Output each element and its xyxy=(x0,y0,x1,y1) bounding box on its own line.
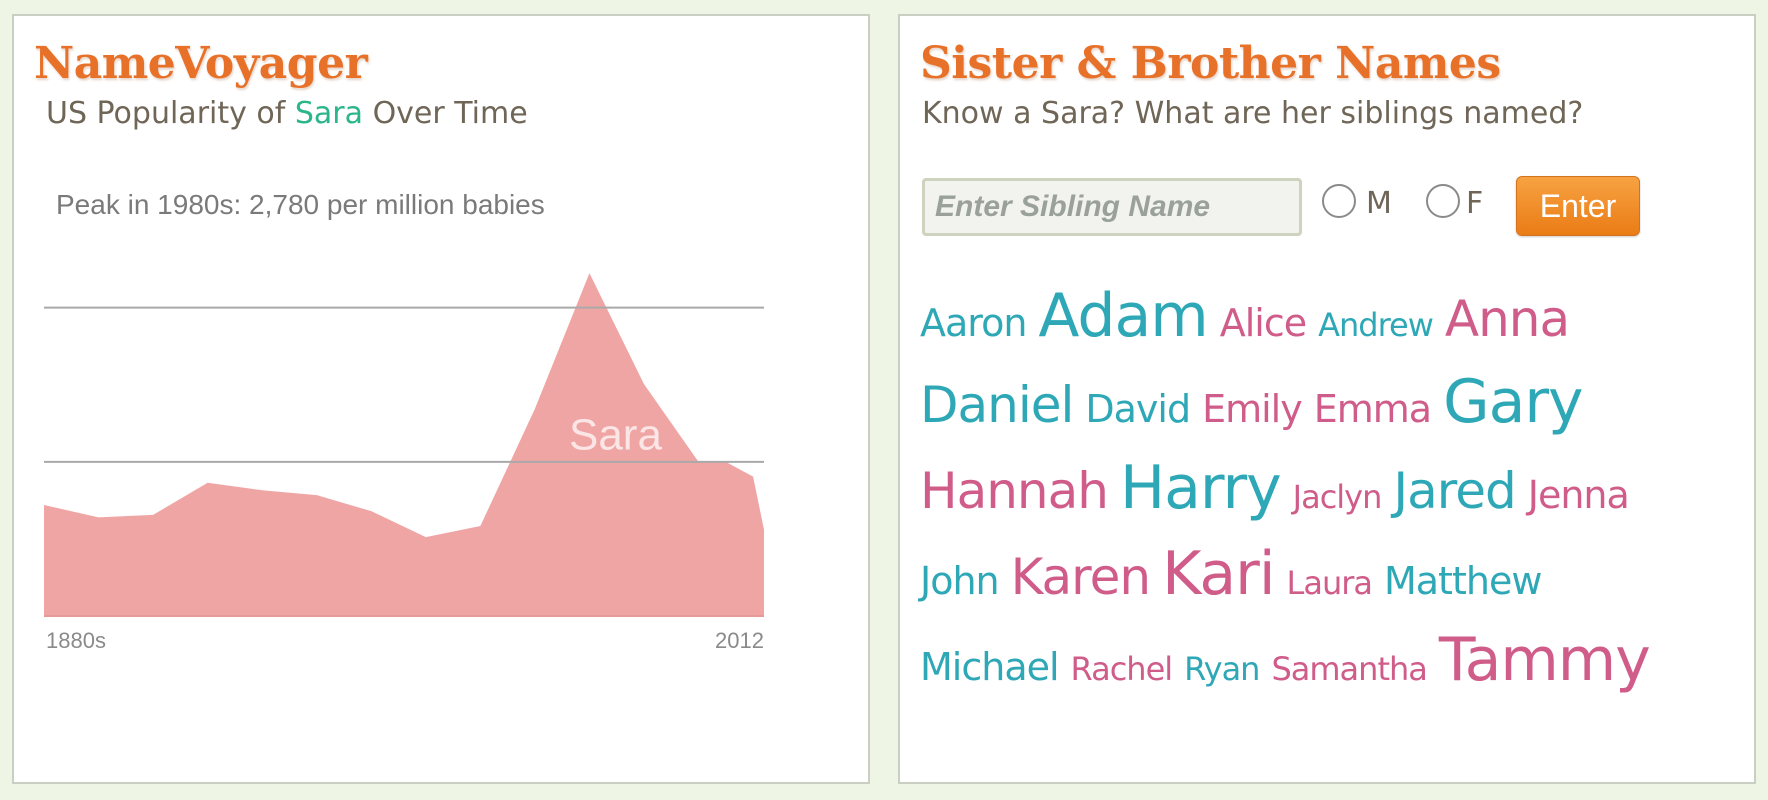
sibling-name-link[interactable]: Michael xyxy=(920,648,1060,686)
sibling-name-link[interactable]: Gary xyxy=(1443,372,1583,432)
sibling-name-link[interactable]: Emma xyxy=(1314,390,1432,428)
series-label: Sara xyxy=(569,411,662,460)
namevoyager-panel: NameVoyager US Popularity of Sara Over T… xyxy=(12,14,870,784)
sibling-name-link[interactable]: Harry xyxy=(1120,458,1282,518)
sibling-name-link[interactable]: David xyxy=(1085,390,1191,428)
sibling-name-link[interactable]: Laura xyxy=(1287,567,1373,599)
chart-peak-annotation: Peak in 1980s: 2,780 per million babies xyxy=(56,189,545,220)
sibling-name-link[interactable]: Jenna xyxy=(1528,476,1630,514)
radio-male[interactable] xyxy=(1322,184,1356,218)
cloud-line: John Karen Kari Laura Matthew xyxy=(920,544,1720,630)
sibling-name-input[interactable] xyxy=(922,178,1302,236)
sibling-name-link[interactable]: Adam xyxy=(1038,286,1208,346)
sibling-name-link[interactable]: Daniel xyxy=(920,380,1074,430)
sibling-name-link[interactable]: Jared xyxy=(1393,466,1516,516)
siblings-subtitle: Know a Sara? What are her siblings named… xyxy=(922,96,1584,131)
sibling-name-link[interactable]: Jaclyn xyxy=(1293,481,1383,513)
sibling-name-link[interactable]: Kari xyxy=(1162,544,1275,604)
sibling-name-link[interactable]: Rachel xyxy=(1071,653,1174,685)
siblings-panel: Sister & Brother Names Know a Sara? What… xyxy=(898,14,1756,784)
sibling-name-link[interactable]: Tammy xyxy=(1439,630,1651,690)
siblings-title: Sister & Brother Names xyxy=(920,38,1501,89)
cloud-line: Daniel David Emily Emma Gary xyxy=(920,372,1720,458)
cloud-line: Aaron Adam Alice Andrew Anna xyxy=(920,286,1720,372)
sibling-search-form: M F Enter xyxy=(922,176,1722,236)
cloud-line: Hannah Harry Jaclyn Jared Jenna xyxy=(920,458,1720,544)
sibling-name-link[interactable]: Ryan xyxy=(1184,653,1260,685)
sibling-name-link[interactable]: Andrew xyxy=(1318,309,1434,341)
sibling-name-cloud: Aaron Adam Alice Andrew Anna Daniel Davi… xyxy=(920,286,1720,716)
sibling-name-link[interactable]: Matthew xyxy=(1384,562,1542,600)
sibling-name-link[interactable]: Karen xyxy=(1011,552,1151,602)
cloud-line: Michael Rachel Ryan Samantha Tammy xyxy=(920,630,1720,716)
radio-male-label: M xyxy=(1366,186,1392,221)
sibling-name-link[interactable]: Emily xyxy=(1202,390,1303,428)
sibling-name-link[interactable]: Alice xyxy=(1220,304,1307,342)
radio-female-label: F xyxy=(1466,186,1484,221)
x-tick-label: 1880s xyxy=(46,628,106,653)
popularity-chart[interactable]: Sara Peak in 1980s: 2,780 per million bab… xyxy=(14,16,872,786)
sibling-name-link[interactable]: Anna xyxy=(1445,294,1570,344)
sibling-name-link[interactable]: Aaron xyxy=(920,304,1027,342)
radio-female[interactable] xyxy=(1426,184,1460,218)
enter-button[interactable]: Enter xyxy=(1516,176,1640,236)
sibling-name-link[interactable]: Hannah xyxy=(920,466,1109,516)
sibling-name-link[interactable]: John xyxy=(920,562,1000,600)
sibling-name-link[interactable]: Samantha xyxy=(1271,653,1427,685)
x-tick-label: 2012 xyxy=(715,628,764,653)
